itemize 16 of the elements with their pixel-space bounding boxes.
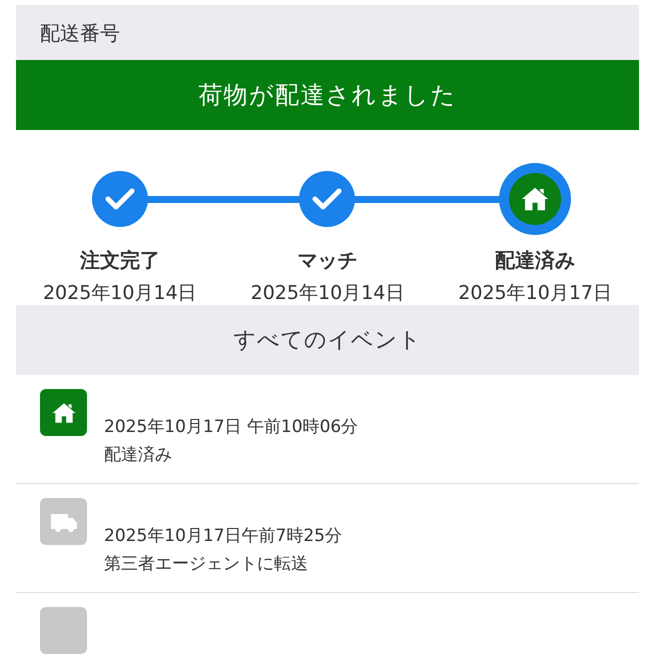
step-date: 2025年10月14日 — [42, 281, 197, 306]
step-label: 配達済み — [495, 247, 576, 274]
events-title: すべてのイベント — [233, 326, 422, 354]
banner-text: 荷物が配達されました — [198, 80, 456, 111]
checkmark-icon — [312, 187, 342, 211]
checkmark-icon — [104, 187, 135, 211]
event-description: 配達済み — [104, 444, 173, 466]
step-label: マッチ — [297, 247, 358, 274]
step-label: 注文完了 — [80, 247, 160, 274]
tracking-number-label: 配送番号 — [40, 20, 120, 46]
event-description: 第三者エージェントに転送 — [104, 552, 309, 576]
step-date: 2025年10月14日 — [250, 281, 404, 306]
event-time: 2025年10月17日午前7時25分 — [104, 525, 342, 548]
step-date: 2025年10月17日 — [458, 281, 612, 306]
event-time: 2025年10月17日 午前10時06分 — [104, 416, 358, 439]
event-badge — [40, 607, 87, 654]
